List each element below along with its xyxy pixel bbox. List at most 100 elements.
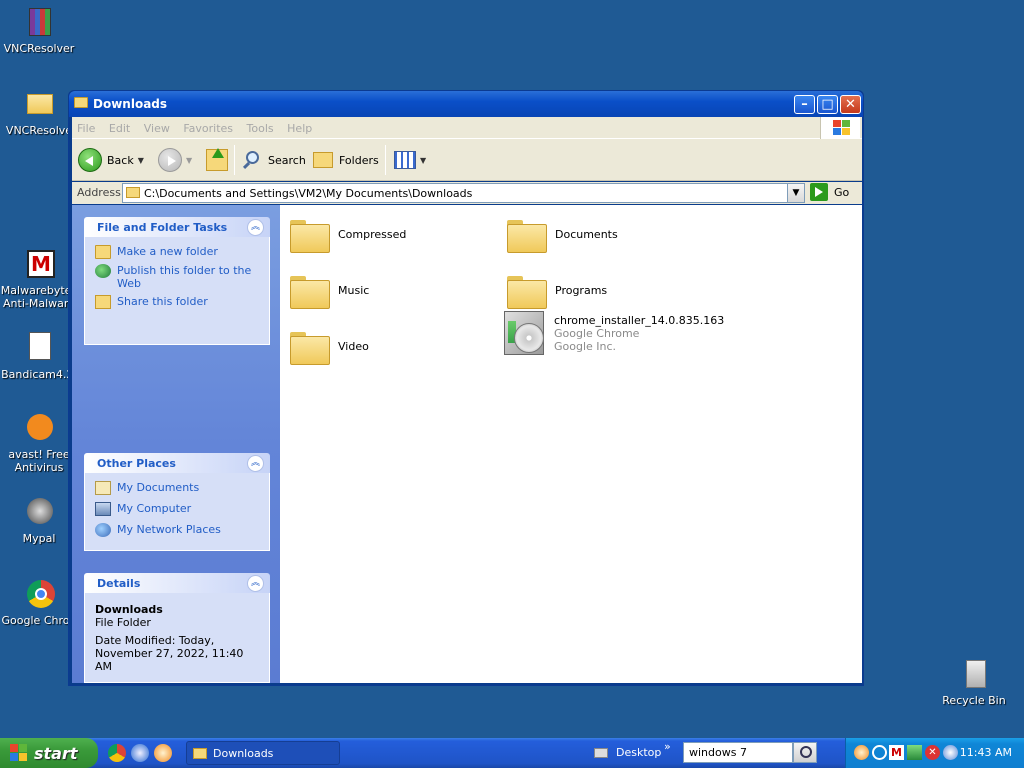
desktop-icon-malwarebytes[interactable]: M Malwarebytes Anti-Malware bbox=[0, 248, 78, 310]
menu-tools[interactable]: Tools bbox=[242, 117, 279, 135]
file-item-compressed[interactable]: Compressed bbox=[290, 217, 407, 253]
desktop-icon-avast[interactable]: avast! Free Antivirus bbox=[0, 412, 78, 474]
task-make-new-folder[interactable]: Make a new folder bbox=[95, 245, 259, 259]
place-my-network-places[interactable]: My Network Places bbox=[95, 523, 259, 537]
menu-help[interactable]: Help bbox=[282, 117, 317, 135]
menu-favorites[interactable]: Favorites bbox=[178, 117, 238, 135]
panel-body: Downloads File Folder Date Modified: Tod… bbox=[84, 593, 270, 683]
file-item-chrome-installer[interactable]: chrome_installer_14.0.835.163 Google Chr… bbox=[502, 309, 724, 357]
search-label: Search bbox=[268, 153, 306, 167]
views-button[interactable]: ▼ bbox=[394, 147, 426, 173]
back-button[interactable]: Back ▼ bbox=[78, 147, 144, 173]
network-tray-icon[interactable] bbox=[907, 745, 922, 760]
desktop-label: Desktop bbox=[616, 746, 662, 759]
file-item-video[interactable]: Video bbox=[290, 329, 369, 365]
place-my-computer[interactable]: My Computer bbox=[95, 502, 259, 516]
search-icon[interactable] bbox=[793, 742, 817, 763]
taskbar-button-label: Downloads bbox=[213, 746, 274, 760]
taskbar-search-input[interactable]: windows 7 bbox=[683, 742, 793, 763]
file-name: Video bbox=[338, 339, 369, 353]
keyboard-icon bbox=[594, 747, 608, 758]
chrome-quicklaunch-icon[interactable] bbox=[108, 744, 126, 762]
desktop-toolbar[interactable]: Desktop bbox=[594, 746, 661, 759]
back-arrow-icon bbox=[78, 148, 102, 172]
close-button[interactable]: ✕ bbox=[840, 95, 861, 114]
network-places-icon bbox=[95, 523, 111, 537]
chevron-down-icon: ▼ bbox=[137, 155, 144, 165]
task-label: Publish this folder to the Web bbox=[117, 264, 252, 290]
panel-header[interactable]: Other Places ︽ bbox=[84, 453, 270, 473]
maximize-button[interactable]: □ bbox=[817, 95, 838, 114]
title-bar[interactable]: Downloads – □ ✕ bbox=[69, 91, 863, 117]
place-my-documents[interactable]: My Documents bbox=[95, 481, 259, 495]
go-button[interactable]: Go bbox=[810, 183, 849, 201]
windows-logo-icon bbox=[10, 744, 28, 762]
start-label: start bbox=[34, 743, 78, 763]
menu-edit[interactable]: Edit bbox=[104, 117, 135, 135]
forward-button[interactable]: ▼ bbox=[158, 147, 192, 173]
error-tray-icon[interactable]: ✕ bbox=[925, 745, 940, 760]
volume-tray-icon[interactable] bbox=[943, 745, 958, 760]
desktop-icon-bandicam[interactable]: Bandicam4.2. bbox=[0, 332, 78, 381]
file-item-documents[interactable]: Documents bbox=[507, 217, 618, 253]
my-computer-icon bbox=[95, 502, 111, 516]
folder-icon bbox=[23, 88, 55, 120]
file-item-music[interactable]: Music bbox=[290, 273, 369, 309]
chevron-down-icon[interactable]: ▼ bbox=[787, 184, 804, 202]
file-name: Programs bbox=[555, 283, 608, 297]
text-file-icon bbox=[23, 332, 55, 364]
avast-tray-icon[interactable] bbox=[854, 745, 869, 760]
desktop-icon-vncresolver-archive[interactable]: VNCResolver bbox=[0, 6, 78, 55]
task-publish-folder[interactable]: Publish this folder to the Web bbox=[95, 264, 259, 290]
file-item-programs[interactable]: Programs bbox=[507, 273, 608, 309]
panel-header[interactable]: File and Folder Tasks ︽ bbox=[84, 217, 270, 237]
folders-button[interactable]: Folders bbox=[313, 147, 379, 173]
folder-icon bbox=[126, 187, 140, 198]
collapse-chevron-icon[interactable]: ︽ bbox=[247, 455, 264, 472]
forward-arrow-icon bbox=[158, 148, 182, 172]
collapse-chevron-icon[interactable]: ︽ bbox=[247, 575, 264, 592]
menu-view[interactable]: View bbox=[139, 117, 175, 135]
folder-icon bbox=[507, 217, 547, 253]
chrome-icon bbox=[23, 578, 55, 610]
search-button[interactable]: Search bbox=[242, 147, 306, 173]
address-bar: Address C:\Documents and Settings\VM2\My… bbox=[72, 182, 862, 204]
start-button[interactable]: start bbox=[0, 738, 98, 768]
desktop-icon-vncresolve-folder[interactable]: VNCResolve bbox=[0, 88, 78, 137]
task-label: Make a new folder bbox=[117, 245, 218, 258]
file-company: Google Inc. bbox=[554, 339, 617, 353]
internet-explorer-icon[interactable] bbox=[131, 744, 149, 762]
explorer-window: Downloads – □ ✕ File Edit View Favorites… bbox=[68, 90, 864, 686]
folder-icon bbox=[74, 97, 88, 108]
taskbar-button-downloads[interactable]: Downloads bbox=[186, 741, 340, 765]
search-tray-icon[interactable] bbox=[872, 745, 887, 760]
system-tray: M ✕ 11:43 AM bbox=[845, 738, 1024, 768]
menu-file[interactable]: File bbox=[72, 117, 100, 135]
desktop-icon-mypal[interactable]: Mypal bbox=[0, 496, 78, 545]
task-label: Share this folder bbox=[117, 295, 208, 308]
collapse-chevron-icon[interactable]: ︽ bbox=[247, 219, 264, 236]
views-icon bbox=[394, 151, 416, 169]
panel-header[interactable]: Details ︽ bbox=[84, 573, 270, 593]
search-icon bbox=[242, 150, 262, 170]
folders-icon bbox=[313, 152, 333, 168]
up-folder-button[interactable] bbox=[206, 147, 228, 173]
other-places-panel: Other Places ︽ My Documents My Computer … bbox=[84, 453, 270, 551]
folders-label: Folders bbox=[339, 153, 379, 167]
folder-icon bbox=[290, 329, 330, 365]
double-chevron-icon[interactable]: » bbox=[664, 740, 671, 753]
file-name: Compressed bbox=[338, 227, 407, 241]
taskbar: start Downloads Desktop » windows 7 M ✕ … bbox=[0, 738, 1024, 768]
panel-title: Other Places bbox=[97, 457, 176, 470]
clock[interactable]: 11:43 AM bbox=[960, 746, 1012, 759]
malwarebytes-tray-icon[interactable]: M bbox=[889, 745, 904, 760]
details-panel: Details ︽ Downloads File Folder Date Mod… bbox=[84, 573, 270, 683]
task-share-folder[interactable]: Share this folder bbox=[95, 295, 259, 309]
avast-quicklaunch-icon[interactable] bbox=[154, 744, 172, 762]
desktop-icon-recycle-bin[interactable]: Recycle Bin bbox=[935, 658, 1013, 707]
installer-icon bbox=[502, 309, 550, 357]
panel-body: Make a new folder Publish this folder to… bbox=[84, 237, 270, 345]
address-input[interactable]: C:\Documents and Settings\VM2\My Documen… bbox=[122, 183, 805, 203]
desktop-icon-google-chrome[interactable]: Google Chron bbox=[0, 578, 78, 627]
minimize-button[interactable]: – bbox=[794, 95, 815, 114]
